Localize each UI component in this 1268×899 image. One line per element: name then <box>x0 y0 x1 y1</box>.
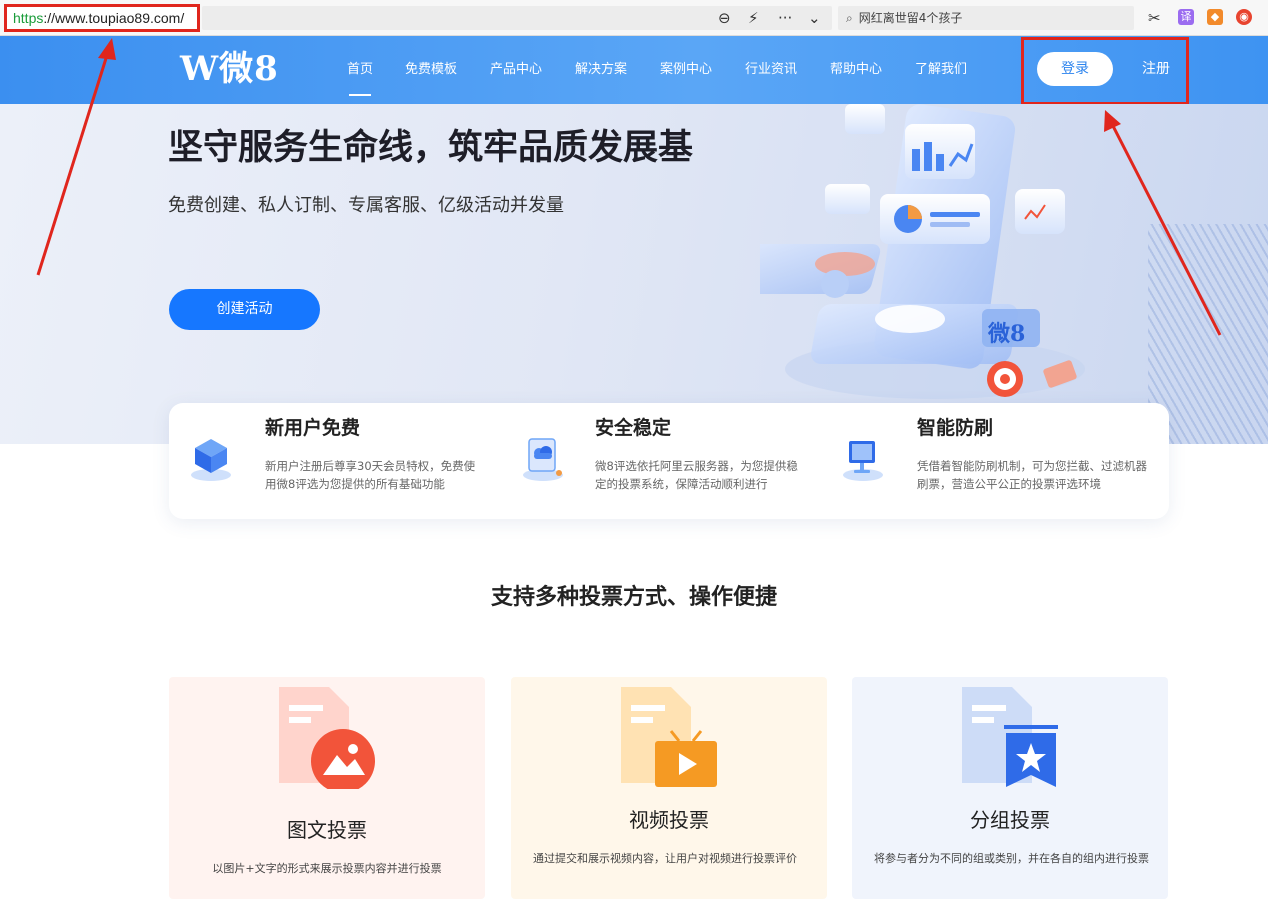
group-vote-icon <box>962 687 1058 787</box>
nav-item-home[interactable]: 首页 <box>347 62 373 78</box>
nav-item-solutions[interactable]: 解决方案 <box>575 62 627 78</box>
zoom-icon[interactable]: ⊖ <box>718 8 731 28</box>
features-card: 新用户免费 新用户注册后尊享30天会员特权，免费使用微8评选为您提供的所有基础功… <box>169 403 1169 519</box>
nav-item-products[interactable]: 产品中心 <box>490 62 542 78</box>
hero-subtitle: 免费创建、私人订制、专属客服、亿级活动并发量 <box>168 195 564 216</box>
image-vote-icon <box>279 687 375 789</box>
feature-desc: 凭借着智能防刷机制，可为您拦截、过滤机器刷票，营造公平公正的投票评选环境 <box>917 459 1147 491</box>
hero-title: 坚守服务生命线，筑牢品质发展基 <box>168 128 694 168</box>
annotation-box-login <box>1021 37 1189 105</box>
feature-title: 安全稳定 <box>595 417 672 439</box>
nav-item-news[interactable]: 行业资讯 <box>745 62 797 78</box>
section-title: 支持多种投票方式、操作便捷 <box>490 585 777 610</box>
feature-desc: 新用户注册后尊享30天会员特权，免费使用微8评选为您提供的所有基础功能 <box>265 459 476 491</box>
video-vote-icon <box>621 687 717 787</box>
feature-title: 新用户免费 <box>265 417 361 439</box>
vote-card-desc: 将参与者分为不同的组或类别，并在各自的组内进行投票 <box>874 852 1149 865</box>
feature-antibrush: 智能防刷 凭借着智能防刷机制，可为您拦截、过滤机器刷票，营造公平公正的投票评选环… <box>821 403 1169 519</box>
address-bar[interactable]: https://www.toupiao89.com/ <box>4 4 200 32</box>
nav-item-templates[interactable]: 免费模板 <box>405 62 457 78</box>
browser-toolbar: https://www.toupiao89.com/ ⊖ ⚡ ··· ⌄ ⌕ 网红… <box>0 0 1268 36</box>
page: https://www.toupiao89.com/ ⊖ ⚡ ··· ⌄ ⌕ 网红… <box>0 0 1268 899</box>
vote-card-title: 图文投票 <box>287 818 367 842</box>
site-logo[interactable]: W微8 <box>180 49 279 89</box>
chevron-down-icon[interactable]: ⌄ <box>808 8 821 28</box>
lightning-icon[interactable]: ⚡ <box>748 8 759 28</box>
weibo-icon[interactable]: ◉ <box>1236 9 1252 25</box>
cloud-server-icon <box>523 438 563 481</box>
url-text: ://www.toupiao89.com/ <box>43 10 185 26</box>
vote-card-desc: 以图片+文字的形式来展示投票内容并进行投票 <box>212 862 442 875</box>
url-scheme: https <box>13 10 44 26</box>
vote-card-image-text[interactable]: 图文投票 以图片+文字的形式来展示投票内容并进行投票 <box>169 677 485 899</box>
nav-item-help[interactable]: 帮助中心 <box>830 62 882 78</box>
create-activity-button[interactable]: 创建活动 <box>169 289 320 330</box>
feature-secure: 安全稳定 微8评选依托阿里云服务器，为您提供稳定的投票系统，保障活动顺利进行 <box>499 403 829 519</box>
vote-card-desc: 通过提交和展示视频内容，让用户对视频进行投票评价 <box>533 852 797 865</box>
nav-item-about[interactable]: 了解我们 <box>915 62 967 78</box>
vote-card-video[interactable]: 视频投票 通过提交和展示视频内容，让用户对视频进行投票评价 <box>511 677 827 899</box>
extension-icon[interactable]: ◆ <box>1207 9 1223 25</box>
nav-active-indicator <box>349 94 371 96</box>
hero-illustration: 微8 <box>760 104 1085 399</box>
vote-card-title: 分组投票 <box>970 808 1050 832</box>
feature-desc: 微8评选依托阿里云服务器，为您提供稳定的投票系统，保障活动顺利进行 <box>595 459 798 491</box>
monitor-shield-icon <box>843 441 883 481</box>
search-icon: ⌕ <box>846 11 853 25</box>
cube-icon <box>191 439 231 481</box>
feature-title: 智能防刷 <box>917 417 994 439</box>
feature-free: 新用户免费 新用户注册后尊享30天会员特权，免费使用微8评选为您提供的所有基础功… <box>169 403 499 519</box>
search-suggestion: 网红离世留4个孩子 <box>858 11 963 25</box>
address-bar-empty[interactable] <box>202 6 832 30</box>
vote-card-title: 视频投票 <box>629 808 709 832</box>
browser-search-input[interactable]: ⌕ 网红离世留4个孩子 <box>838 6 1134 30</box>
more-icon[interactable]: ··· <box>778 8 792 28</box>
vote-card-group[interactable]: 分组投票 将参与者分为不同的组或类别，并在各自的组内进行投票 <box>852 677 1168 899</box>
translate-icon[interactable]: 译 <box>1178 9 1194 25</box>
nav-item-cases[interactable]: 案例中心 <box>660 62 712 78</box>
hero-banner: 坚守服务生命线，筑牢品质发展基 免费创建、私人订制、专属客服、亿级活动并发量 创… <box>0 104 1268 444</box>
illustration-logo: 微8 <box>987 321 1025 347</box>
scissors-icon[interactable]: ✂ <box>1148 8 1161 28</box>
site-nav: W微8 首页 免费模板 产品中心 解决方案 案例中心 行业资讯 帮助中心 了解我… <box>0 36 1268 105</box>
